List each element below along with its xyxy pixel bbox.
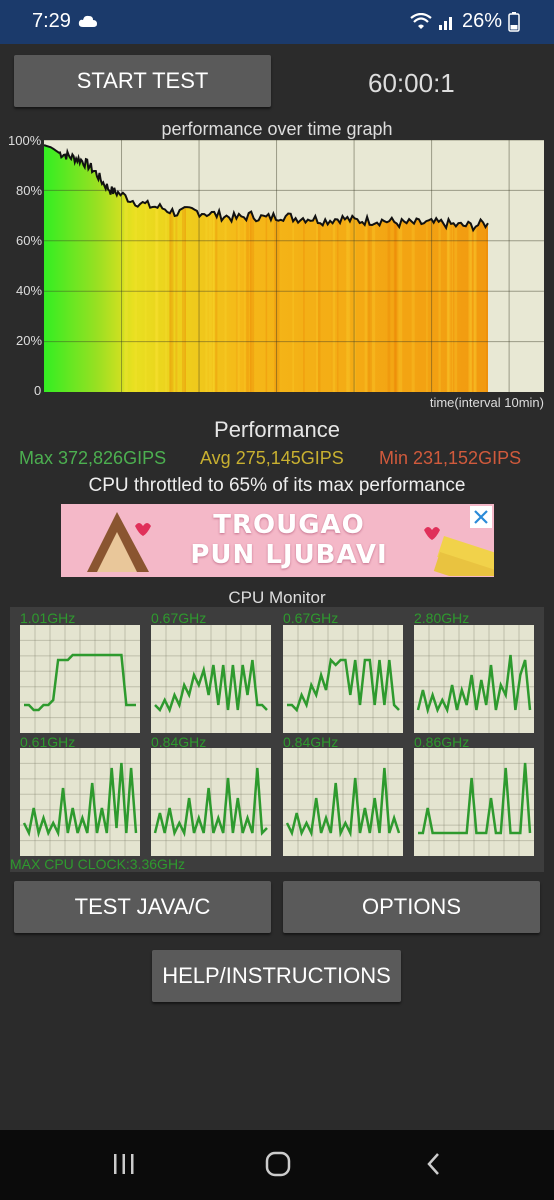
core-graph-4 (414, 625, 534, 733)
core-1-svg (20, 625, 140, 733)
start-test-button[interactable]: START TEST (14, 55, 271, 107)
y-tick-0: 0 (34, 383, 42, 398)
performance-graph (43, 139, 544, 392)
y-tick-60: 60% (16, 233, 43, 248)
core-7-freq: 0.84GHz (283, 734, 339, 750)
core-8-freq: 0.86GHz (414, 734, 470, 750)
core-2-svg (151, 625, 271, 733)
performance-title: Performance (214, 417, 340, 442)
y-tick-80: 80% (16, 183, 43, 198)
core-graph-3 (283, 625, 403, 733)
test-java-c-button[interactable]: TEST JAVA/C (14, 881, 271, 933)
max-performance: Max 372,826GIPS (19, 448, 167, 468)
options-button[interactable]: OPTIONS (283, 881, 540, 933)
test-timer: 60:00:1 (368, 68, 455, 98)
avg-performance: Avg 275,145GIPS (200, 448, 344, 468)
core-graph-6 (151, 748, 271, 856)
core-7-svg (283, 748, 403, 856)
x-axis-label: time(interval 10min) (429, 395, 544, 410)
throttle-message: CPU throttled to 65% of its max performa… (88, 475, 466, 496)
cpu-monitor-title: CPU Monitor (228, 588, 326, 607)
y-tick-20: 20% (16, 333, 43, 348)
close-icon[interactable] (470, 506, 492, 528)
performance-chart (43, 139, 544, 392)
core-6-freq: 0.84GHz (151, 734, 207, 750)
max-cpu-clock: MAX CPU CLOCK:3.36GHz (10, 856, 186, 872)
core-5-svg (20, 748, 140, 856)
core-graph-2 (151, 625, 271, 733)
y-tick-100: 100% (8, 133, 42, 148)
core-3-svg (283, 625, 403, 733)
core-graph-5 (20, 748, 140, 856)
core-graph-8 (414, 748, 534, 856)
recent-apps-icon[interactable] (112, 1150, 136, 1183)
core-3-freq: 0.67GHz (283, 610, 339, 626)
y-tick-40: 40% (16, 283, 43, 298)
min-performance: Min 231,152GIPS (379, 448, 522, 468)
ad-line-1: TROUGAO (213, 510, 365, 540)
back-icon[interactable] (424, 1150, 444, 1183)
core-5-freq: 0.61GHz (20, 734, 76, 750)
status-bar: 7:29 26% (0, 0, 554, 44)
ad-line-2: PUN LJUBAVI (190, 540, 388, 570)
home-icon[interactable] (264, 1150, 292, 1183)
ad-text: TROUGAO PUN LJUBAVI (169, 510, 409, 570)
core-1-freq: 1.01GHz (20, 610, 76, 626)
graph-title: performance over time graph (161, 119, 393, 139)
battery-label: 26% (461, 10, 502, 32)
core-2-freq: 0.67GHz (151, 610, 207, 626)
core-graph-1 (20, 625, 140, 733)
clock: 7:29 (32, 10, 71, 32)
core-6-svg (151, 748, 271, 856)
navigation-bar (0, 1130, 554, 1200)
cpu-monitor-panel: 1.01GHz 0.67GHz 0.67GHz 2.80GHz 0.61GHz … (10, 607, 544, 872)
status-icons: 26% (410, 10, 520, 33)
help-instructions-button[interactable]: HELP/INSTRUCTIONS (152, 950, 401, 1002)
core-4-svg (414, 625, 534, 733)
cloud-icon (78, 14, 98, 33)
core-8-svg (414, 748, 534, 856)
wifi-icon (410, 12, 432, 31)
chocolate-image (67, 506, 157, 577)
core-4-freq: 2.80GHz (414, 610, 470, 626)
signal-icon (438, 13, 456, 31)
core-graph-7 (283, 748, 403, 856)
battery-icon (508, 11, 520, 32)
ad-banner[interactable]: TROUGAO PUN LJUBAVI (61, 504, 494, 577)
